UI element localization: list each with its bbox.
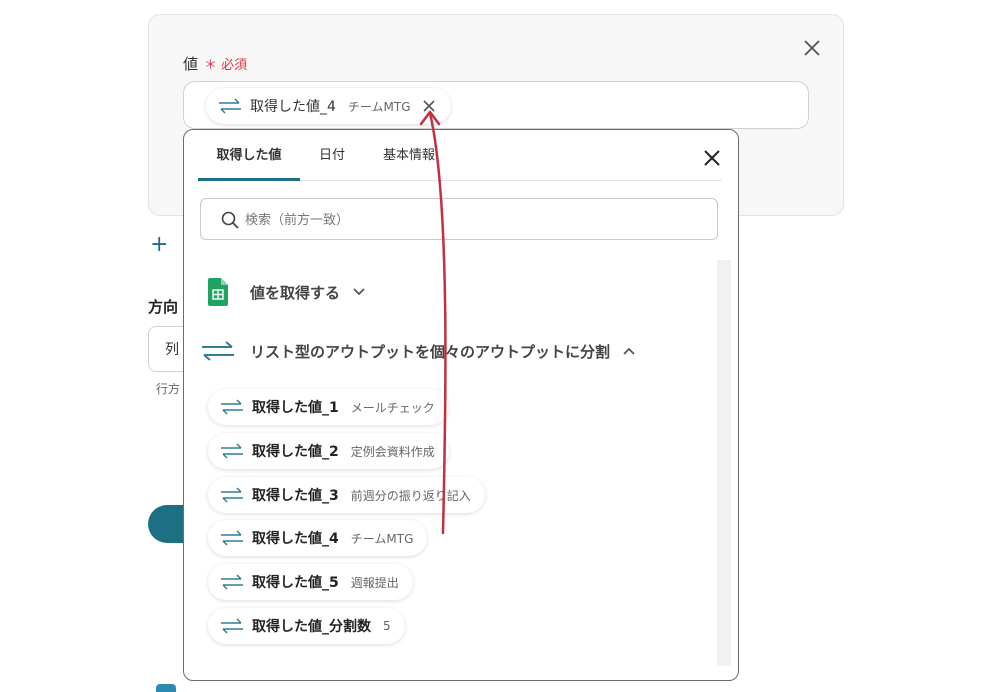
search-icon (221, 211, 239, 229)
output-item-chip[interactable]: 取得した値_1 メールチェック (208, 389, 449, 425)
section-split-list-output[interactable]: リスト型のアウトプットを個々のアウトプットに分割 (200, 340, 636, 362)
item-subtitle: 週報提出 (350, 575, 399, 590)
swap-arrows-icon (221, 399, 243, 415)
output-item-chip[interactable]: 取得した値_3 前週分の振り返り記入 (208, 477, 485, 513)
direction-help-text: 行方 (156, 382, 181, 396)
item-title: 取得した値_分割数 (252, 619, 371, 635)
close-icon[interactable] (702, 148, 722, 168)
add-button[interactable]: + (150, 232, 168, 257)
value-picker-dropdown: 取得した値 日付 基本情報 値を取得する リスト型のアウトプットを個 (183, 129, 739, 681)
section-get-values[interactable]: 値を取得する (208, 278, 366, 306)
item-subtitle: 定例会資料作成 (350, 444, 435, 459)
output-item-chip[interactable]: 取得した値_5 週報提出 (208, 564, 413, 600)
output-item-chip[interactable]: 取得した値_2 定例会資料作成 (208, 433, 449, 469)
required-text: 必須 (221, 58, 248, 73)
swap-arrows-icon (221, 487, 243, 503)
item-title: 取得した値_1 (252, 400, 339, 416)
field-label: 値 ＊ 必須 (183, 53, 247, 74)
swap-arrows-icon (219, 98, 241, 114)
item-subtitle: 5 (383, 619, 391, 633)
selected-value-chip[interactable]: 取得した値_4 チームMTG (206, 88, 451, 124)
item-title: 取得した値_4 (252, 531, 339, 547)
item-subtitle: メールチェック (350, 400, 435, 415)
chip-subtitle: チームMTG (347, 99, 411, 114)
close-icon[interactable] (801, 37, 823, 59)
item-title: 取得した値_5 (252, 575, 339, 591)
swap-arrows-icon (221, 443, 243, 459)
required-asterisk: ＊ (204, 58, 218, 73)
output-item-chip[interactable]: 取得した値_4 チームMTG (208, 520, 428, 556)
search-box (200, 198, 718, 240)
chevron-up-icon (623, 347, 635, 355)
remove-chip-icon[interactable] (421, 98, 437, 114)
chip-title: 取得した値_4 (250, 99, 336, 115)
swap-arrows-icon (221, 530, 243, 546)
item-title: 取得した値_3 (252, 488, 339, 504)
output-item-chip[interactable]: 取得した値_分割数 5 (208, 608, 405, 644)
tab-basic-info[interactable]: 基本情報 (376, 130, 442, 178)
swap-arrows-icon (221, 574, 243, 590)
tab-date[interactable]: 日付 (310, 130, 354, 178)
item-title: 取得した値_2 (252, 444, 339, 460)
required-mark: ＊ 必須 (204, 58, 247, 73)
value-input[interactable]: 取得した値_4 チームMTG (183, 81, 809, 129)
section-label: 値を取得する (250, 283, 341, 302)
section-label: リスト型のアウトプットを個々のアウトプットに分割 (250, 342, 611, 361)
item-subtitle: チームMTG (350, 531, 414, 546)
tab-bar: 取得した値 日付 基本情報 (198, 130, 722, 181)
swap-arrows-icon (221, 618, 243, 634)
search-input[interactable] (243, 207, 687, 233)
chevron-down-icon (353, 288, 365, 296)
swap-arrows-icon (202, 341, 234, 361)
google-sheets-icon (208, 278, 228, 306)
direction-label: 方向 (148, 298, 179, 316)
scrollbar[interactable] (717, 260, 731, 666)
item-subtitle: 前週分の振り返り記入 (350, 488, 471, 503)
field-label-text: 値 (183, 55, 199, 73)
bottom-icon (156, 684, 176, 692)
tab-retrieved-values[interactable]: 取得した値 (198, 130, 300, 181)
